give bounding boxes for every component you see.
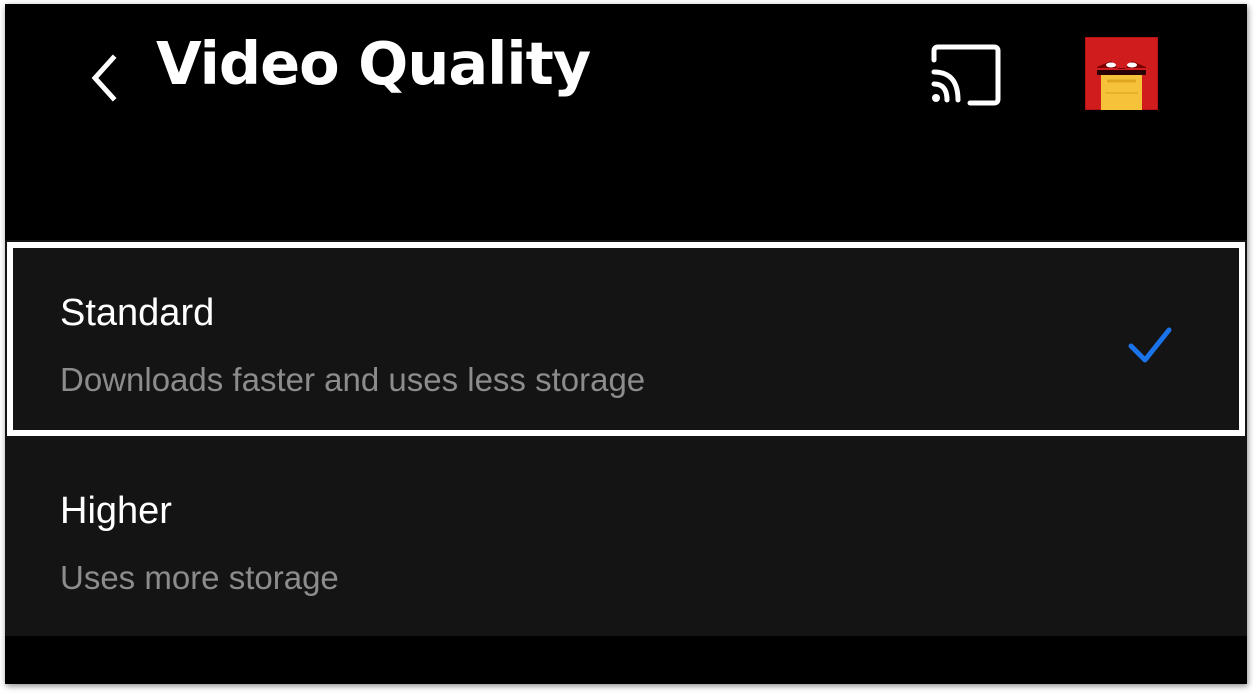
option-higher[interactable]: Higher Uses more storage (5, 438, 1247, 636)
page-title: Video Quality (156, 29, 591, 98)
checkmark-icon (1128, 327, 1172, 363)
app-screen: Video Quality Standard Downloads faster … (5, 4, 1247, 684)
option-title: Standard (60, 292, 215, 334)
chevron-left-icon (91, 54, 117, 102)
cast-icon (931, 44, 1001, 106)
cast-button[interactable] (926, 42, 1002, 108)
option-title: Higher (60, 490, 172, 532)
quality-options-list: Standard Downloads faster and uses less … (5, 240, 1247, 636)
back-button[interactable] (79, 44, 129, 104)
bottom-empty-area (5, 636, 1247, 684)
option-description: Uses more storage (60, 559, 339, 596)
profile-avatar[interactable] (1084, 36, 1159, 111)
option-standard[interactable]: Standard Downloads faster and uses less … (5, 240, 1247, 438)
header-bar: Video Quality (5, 4, 1247, 154)
profile-avatar-icon (1084, 36, 1159, 111)
option-description: Downloads faster and uses less storage (60, 361, 646, 398)
